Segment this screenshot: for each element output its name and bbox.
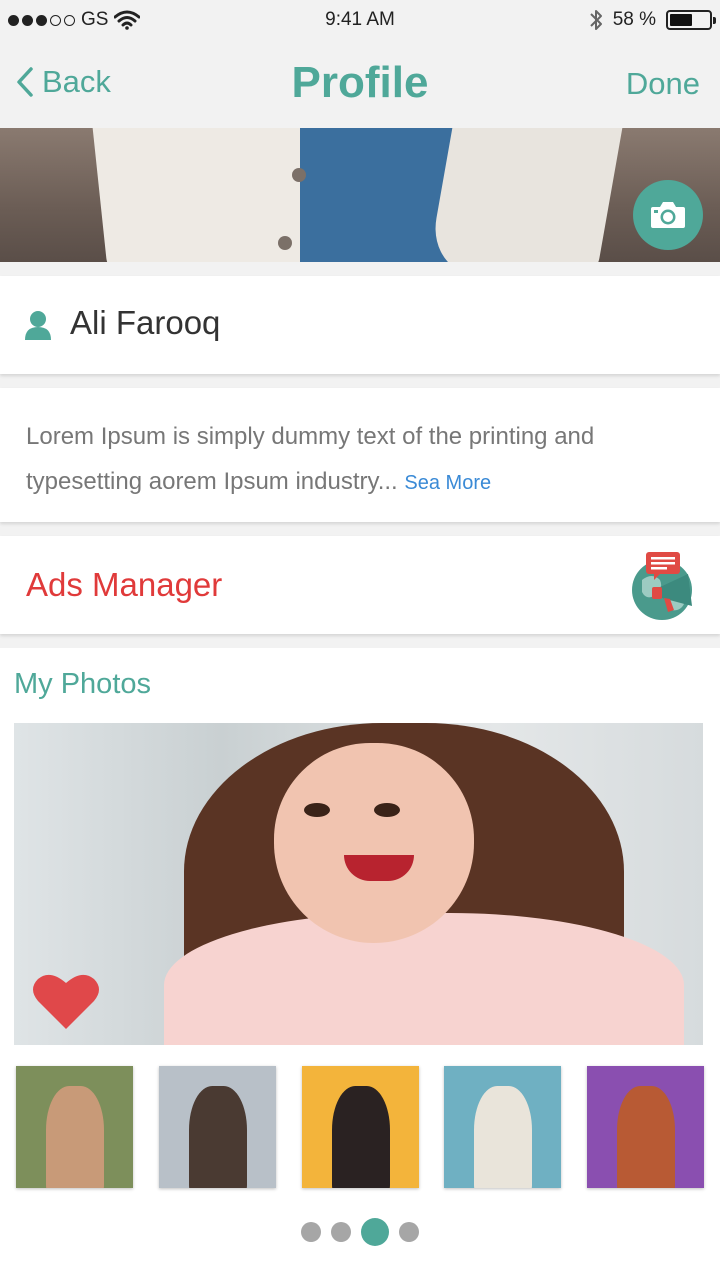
photo-thumbnails bbox=[16, 1066, 704, 1190]
name-card: Ali Farooq bbox=[0, 276, 720, 374]
camera-icon bbox=[651, 202, 685, 228]
bio-body: Lorem Ipsum is simply dummy text of the … bbox=[26, 423, 595, 495]
ads-manager-label: Ads Manager bbox=[26, 566, 223, 603]
photo-thumbnail[interactable] bbox=[16, 1066, 133, 1188]
ads-manager-card[interactable]: Ads Manager bbox=[0, 536, 720, 634]
photo-thumbnail[interactable] bbox=[302, 1066, 419, 1188]
my-photos-title: My Photos bbox=[14, 668, 151, 700]
main-photo[interactable] bbox=[14, 723, 703, 1045]
user-icon bbox=[25, 311, 51, 340]
battery-icon bbox=[666, 10, 716, 30]
see-more-link[interactable]: Sea More bbox=[404, 472, 491, 494]
done-button[interactable]: Done bbox=[626, 66, 700, 102]
status-right: 58 % bbox=[589, 8, 716, 32]
my-photos-section: My Photos bbox=[0, 648, 720, 1280]
photo-pager bbox=[0, 1218, 720, 1246]
photo-thumbnail[interactable] bbox=[159, 1066, 276, 1188]
pager-dot[interactable] bbox=[301, 1222, 321, 1242]
page-title: Profile bbox=[291, 58, 429, 107]
pager-dot[interactable] bbox=[331, 1222, 351, 1242]
bio-card: Lorem Ipsum is simply dummy text of the … bbox=[0, 388, 720, 522]
status-bar: GS 9:41 AM 58 % bbox=[0, 0, 720, 40]
cover-photo bbox=[0, 128, 720, 262]
pager-dot[interactable] bbox=[399, 1222, 419, 1242]
photo-thumbnail[interactable] bbox=[587, 1066, 704, 1188]
bio-text: Lorem Ipsum is simply dummy text of the … bbox=[26, 414, 666, 506]
photo-thumbnail[interactable] bbox=[444, 1066, 561, 1188]
battery-fill bbox=[670, 14, 693, 26]
nav-bar: Back Profile Done bbox=[0, 40, 720, 128]
pager-dot-active[interactable] bbox=[361, 1218, 389, 1246]
heart-icon[interactable] bbox=[32, 971, 100, 1031]
change-cover-button[interactable] bbox=[633, 180, 703, 250]
megaphone-globe-icon bbox=[632, 552, 692, 620]
bluetooth-icon bbox=[589, 10, 602, 30]
profile-name: Ali Farooq bbox=[70, 304, 221, 341]
battery-percent: 58 % bbox=[612, 9, 656, 30]
